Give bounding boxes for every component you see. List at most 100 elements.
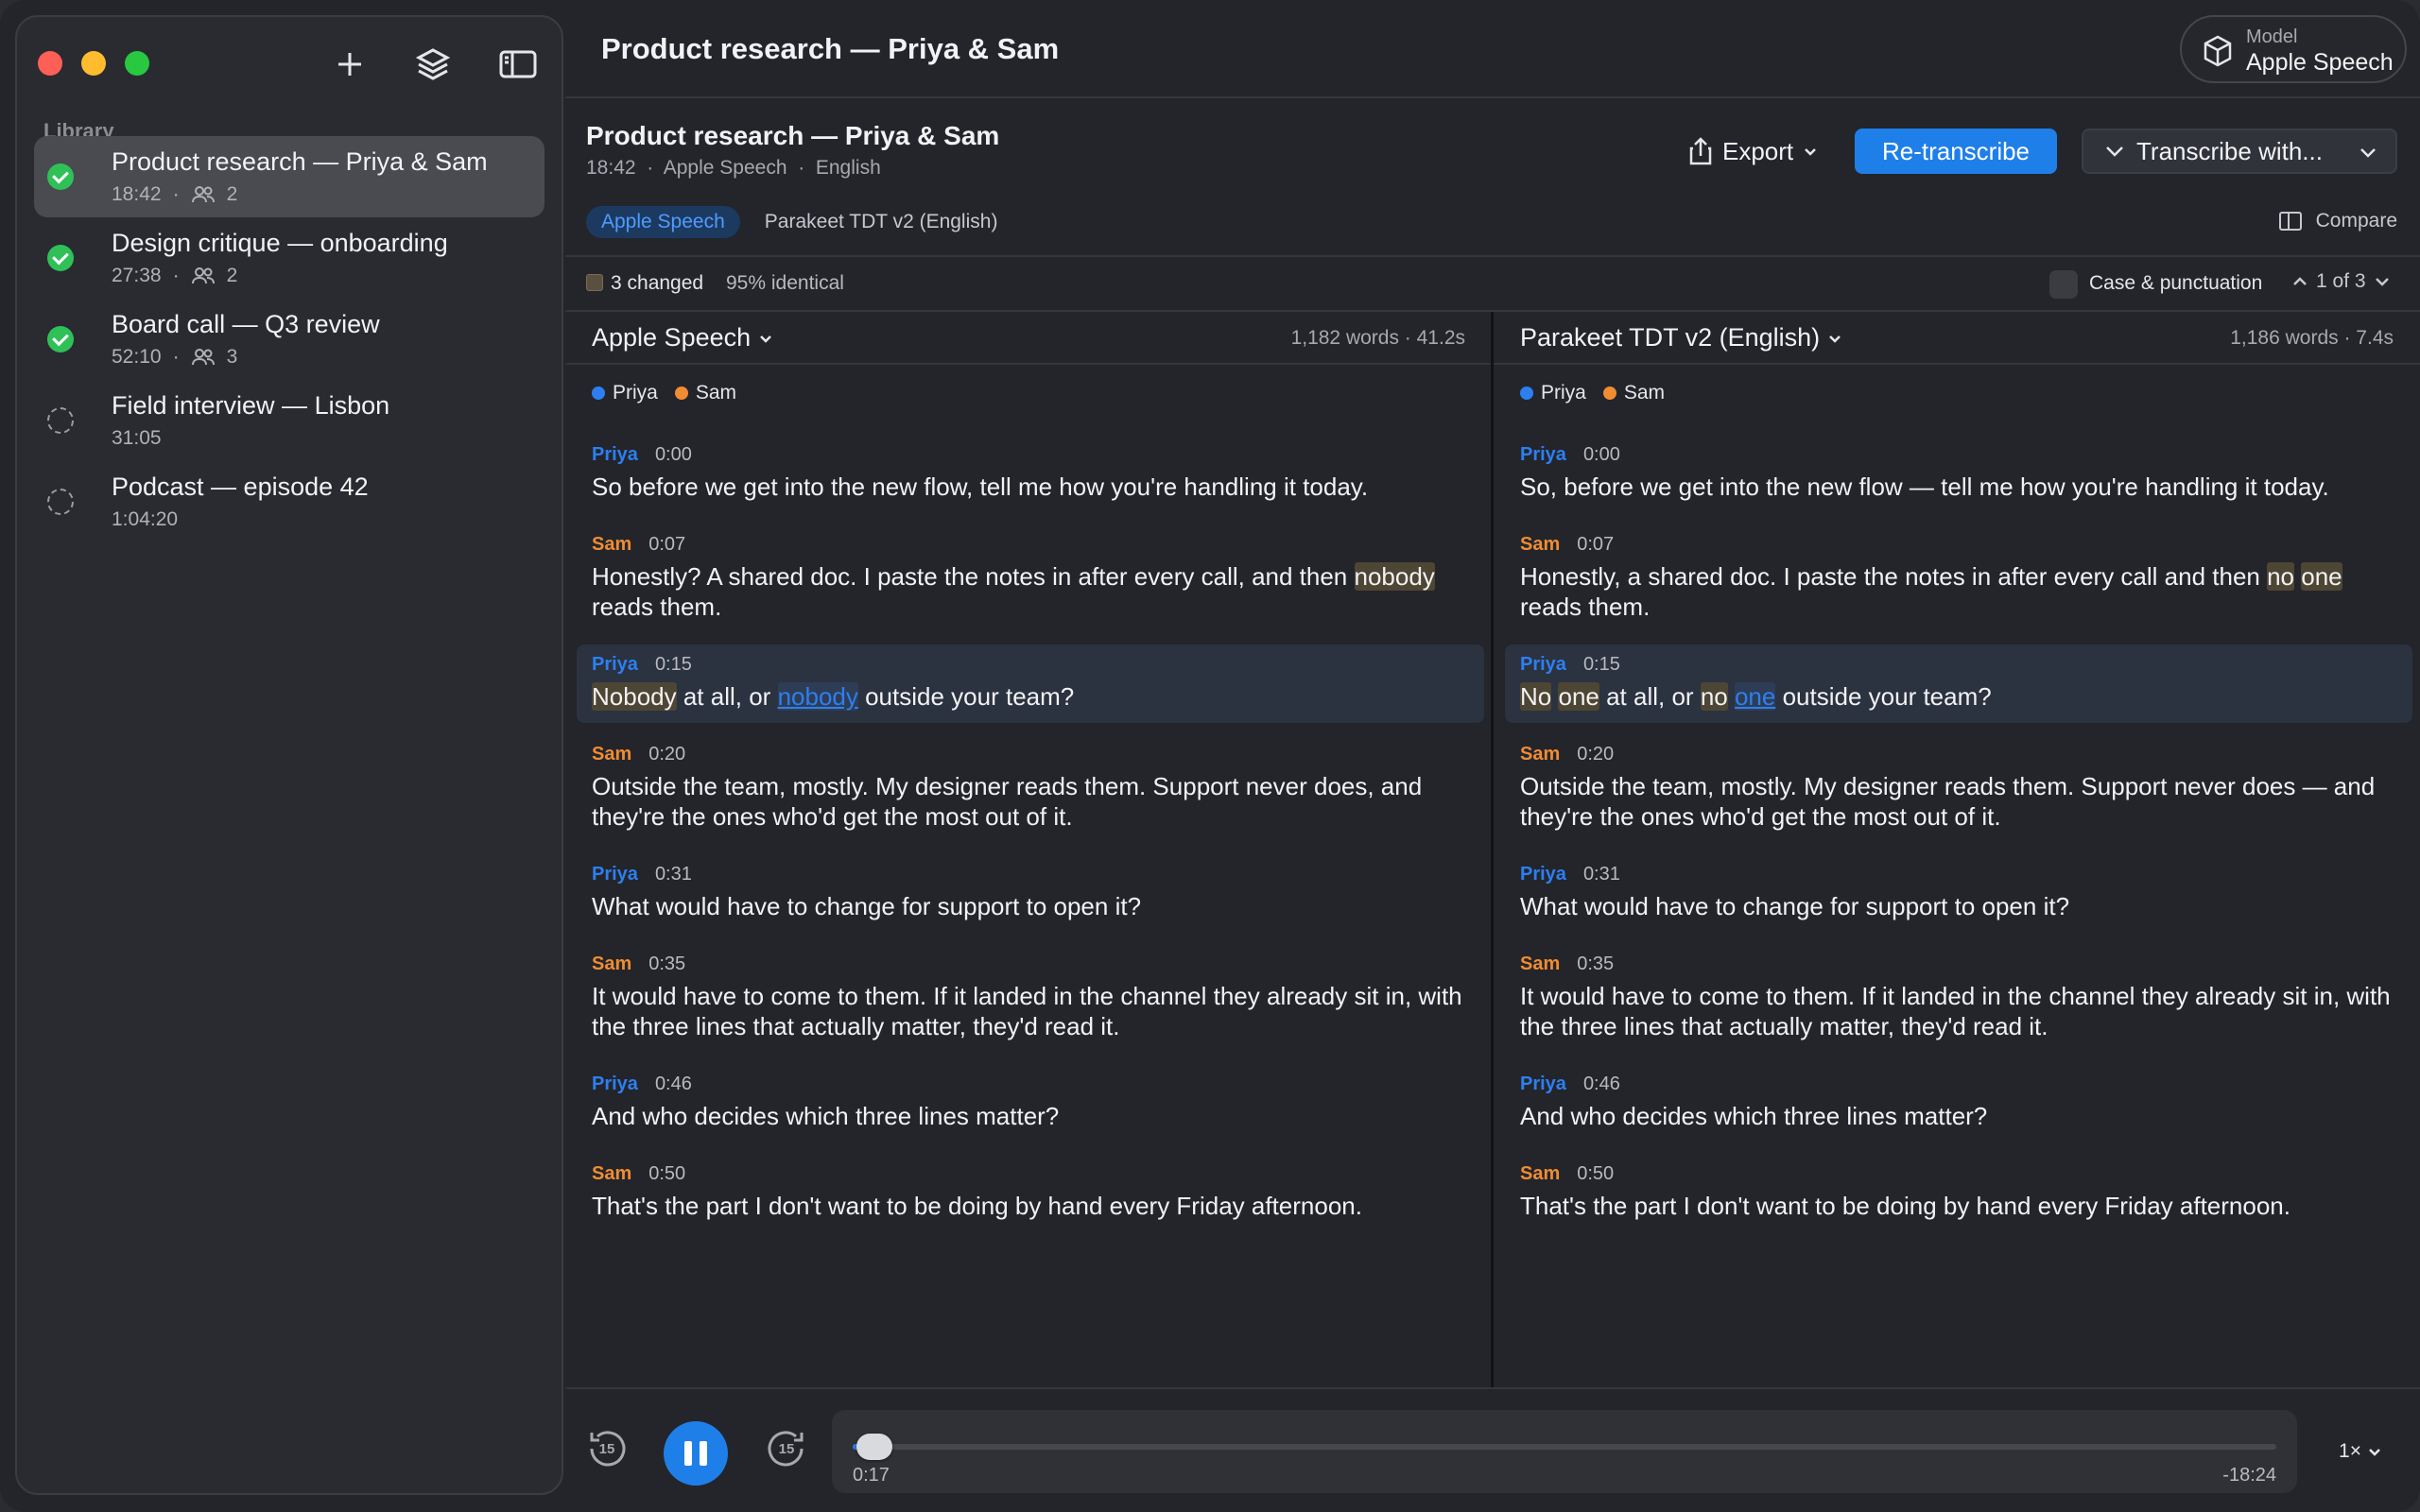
chevron-down-icon — [2106, 146, 2123, 157]
current-diff-highlight[interactable]: nobody — [777, 682, 858, 711]
transcript-segment[interactable]: Priya 0:00 So, before we get into the new … — [1505, 435, 2412, 513]
segment-header: Sam 0:35 — [592, 954, 1469, 975]
segment-timestamp[interactable]: 0:20 — [648, 744, 685, 765]
document-title: Product research — Priya & Sam — [586, 121, 1000, 150]
transcript-segment[interactable]: Sam 0:50 That's the part I don't want to b… — [1505, 1154, 2412, 1232]
pane-header: Parakeet TDT v2 (English) 1,186 words · 7… — [1494, 312, 2420, 365]
library-item[interactable]: Field interview — Lisbon 31:05 — [34, 380, 544, 461]
library-item[interactable]: Podcast — episode 42 1:04:20 — [34, 461, 544, 542]
transcribe-with-menu[interactable]: Transcribe with... — [2082, 129, 2397, 174]
segment-text: That's the part I don't want to be doing… — [592, 1191, 1469, 1221]
segment-timestamp[interactable]: 0:00 — [1583, 444, 1620, 466]
library-item[interactable]: Product research — Priya & Sam 18:42 · 2 — [34, 136, 544, 217]
pane-engine-picker[interactable]: Apple Speech — [592, 323, 773, 352]
pause-button[interactable] — [664, 1421, 728, 1486]
segment-timestamp[interactable]: 0:31 — [655, 864, 692, 885]
toggle-sidebar-button[interactable] — [497, 43, 539, 85]
pending-status-icon — [47, 407, 74, 434]
transcript-segment[interactable]: Sam 0:35 It would have to come to them. If… — [577, 944, 1484, 1053]
model-picker[interactable]: Model Apple Speech — [2180, 15, 2407, 83]
library-item-meta: 31:05 — [112, 427, 162, 450]
segment-timestamp[interactable]: 0:00 — [655, 444, 692, 466]
segment-timestamp[interactable]: 0:07 — [648, 534, 685, 556]
engine-tab[interactable]: Parakeet TDT v2 (English) — [750, 206, 1013, 238]
segment-header: Sam 0:20 — [592, 744, 1469, 765]
identical-percent: 95% identical — [726, 272, 844, 294]
segment-timestamp[interactable]: 0:46 — [1583, 1074, 1620, 1095]
legend-label: Priya — [1541, 382, 1586, 404]
chevron-down-icon[interactable] — [2374, 273, 2391, 290]
skip-back-seconds: 15 — [598, 1441, 615, 1457]
library-item-duration: 1:04:20 — [112, 508, 179, 530]
text-run: What would have to change for support to… — [1520, 892, 2070, 920]
scrubber[interactable]: 0:17 -18:24 — [832, 1410, 2297, 1493]
case-punctuation-label: Case & punctuation — [2089, 272, 2263, 294]
pane-engine-name: Apple Speech — [592, 323, 752, 352]
transcript-segment[interactable]: Sam 0:50 That's the part I don't want to b… — [577, 1154, 1484, 1232]
case-punctuation-checkbox[interactable] — [2049, 270, 2078, 299]
skip-back-button[interactable]: 15 — [584, 1427, 630, 1472]
diff-highlight[interactable]: no — [2267, 562, 2295, 591]
transcript-segment[interactable]: Sam 0:07 Honestly? A shared doc. I paste t… — [577, 524, 1484, 633]
diff-highlight[interactable]: nobody — [1354, 562, 1435, 591]
legend-label: Priya — [613, 382, 658, 404]
transcript-segment[interactable]: Priya 0:31 What would have to change for s… — [1505, 854, 2412, 933]
segment-text: So before we get into the new flow, tell… — [592, 472, 1469, 502]
segment-timestamp[interactable]: 0:50 — [1577, 1163, 1614, 1185]
chevron-up-icon[interactable] — [2291, 273, 2308, 290]
pane-engine-picker[interactable]: Parakeet TDT v2 (English) — [1520, 323, 1842, 352]
skip-forward-button[interactable]: 15 — [764, 1427, 809, 1472]
diff-highlight[interactable]: one — [2301, 562, 2342, 591]
segment-timestamp[interactable]: 0:50 — [648, 1163, 685, 1185]
segment-header: Priya 0:00 — [1520, 444, 2397, 466]
segment-timestamp[interactable]: 0:07 — [1577, 534, 1614, 556]
current-diff-highlight[interactable]: one — [1734, 682, 1776, 711]
segment-timestamp[interactable]: 0:20 — [1577, 744, 1614, 765]
engine-tab[interactable]: Apple Speech — [586, 206, 740, 238]
diff-highlight[interactable]: no — [1700, 682, 1728, 711]
transcript-segment[interactable]: Sam 0:07 Honestly, a shared doc. I paste t… — [1505, 524, 2412, 633]
retranscribe-button[interactable]: Re-transcribe — [1855, 129, 2057, 174]
sidebar: Library Product research — Priya & Sam 18… — [15, 15, 563, 1495]
layers-button[interactable] — [412, 43, 454, 85]
segment-header: Priya 0:46 — [592, 1074, 1469, 1095]
library-item-meta: 1:04:20 — [112, 508, 178, 531]
segment-text: It would have to come to them. If it lan… — [1520, 981, 2397, 1041]
new-recording-button[interactable] — [329, 43, 371, 85]
transcript-segment[interactable]: Priya 0:46 And who decides which three lin… — [577, 1064, 1484, 1143]
segment-timestamp[interactable]: 0:46 — [655, 1074, 692, 1095]
compare-button[interactable]: Compare — [2278, 210, 2397, 232]
transcript-segment[interactable]: Priya 0:15 Nobody at all, or nobody outsid… — [577, 644, 1484, 723]
diff-highlight[interactable]: one — [1558, 682, 1599, 711]
transcript-segment[interactable]: Priya 0:00 So before we get into the new f… — [577, 435, 1484, 513]
segment-header: Priya 0:31 — [1520, 864, 2397, 885]
transcript-segment[interactable]: Priya 0:15 No one at all, or no one outsid… — [1505, 644, 2412, 723]
segment-timestamp[interactable]: 0:31 — [1583, 864, 1620, 885]
segment-timestamp[interactable]: 0:15 — [655, 654, 692, 676]
transcript-segment[interactable]: Priya 0:46 And who decides which three lin… — [1505, 1064, 2412, 1143]
playback-speed-menu[interactable]: 1× — [2339, 1440, 2382, 1463]
window-close-button[interactable] — [38, 51, 62, 76]
pending-status-icon — [47, 489, 74, 515]
pane-stats: 1,182 words · 41.2s — [1290, 327, 1465, 349]
library-item-speaker-count: 2 — [226, 183, 238, 205]
transcript-segment[interactable]: Sam 0:20 Outside the team, mostly. My desi… — [577, 734, 1484, 843]
segment-timestamp[interactable]: 0:35 — [1577, 954, 1614, 975]
speaker-color-dot — [1602, 387, 1616, 400]
segment-timestamp[interactable]: 0:35 — [648, 954, 685, 975]
text-run: It would have to come to them. If it lan… — [592, 982, 1462, 1040]
window-minimize-button[interactable] — [81, 51, 106, 76]
library-item[interactable]: Design critique — onboarding 27:38 · 2 — [34, 217, 544, 299]
transcript-segment[interactable]: Sam 0:20 Outside the team, mostly. My desi… — [1505, 734, 2412, 843]
library-item[interactable]: Board call — Q3 review 52:10 · 3 — [34, 299, 544, 380]
legend-label: Sam — [1623, 382, 1666, 404]
transcript-segment[interactable]: Sam 0:35 It would have to come to them. If… — [1505, 944, 2412, 1053]
diff-highlight[interactable]: Nobody — [592, 682, 677, 711]
progress-track[interactable] — [853, 1434, 2276, 1460]
window-zoom-button[interactable] — [125, 51, 149, 76]
segment-timestamp[interactable]: 0:15 — [1583, 654, 1620, 676]
export-button[interactable]: Export — [1688, 127, 1818, 176]
playhead-knob[interactable] — [856, 1434, 892, 1460]
diff-highlight[interactable]: No — [1520, 682, 1552, 711]
transcript-segment[interactable]: Priya 0:31 What would have to change for s… — [577, 854, 1484, 933]
